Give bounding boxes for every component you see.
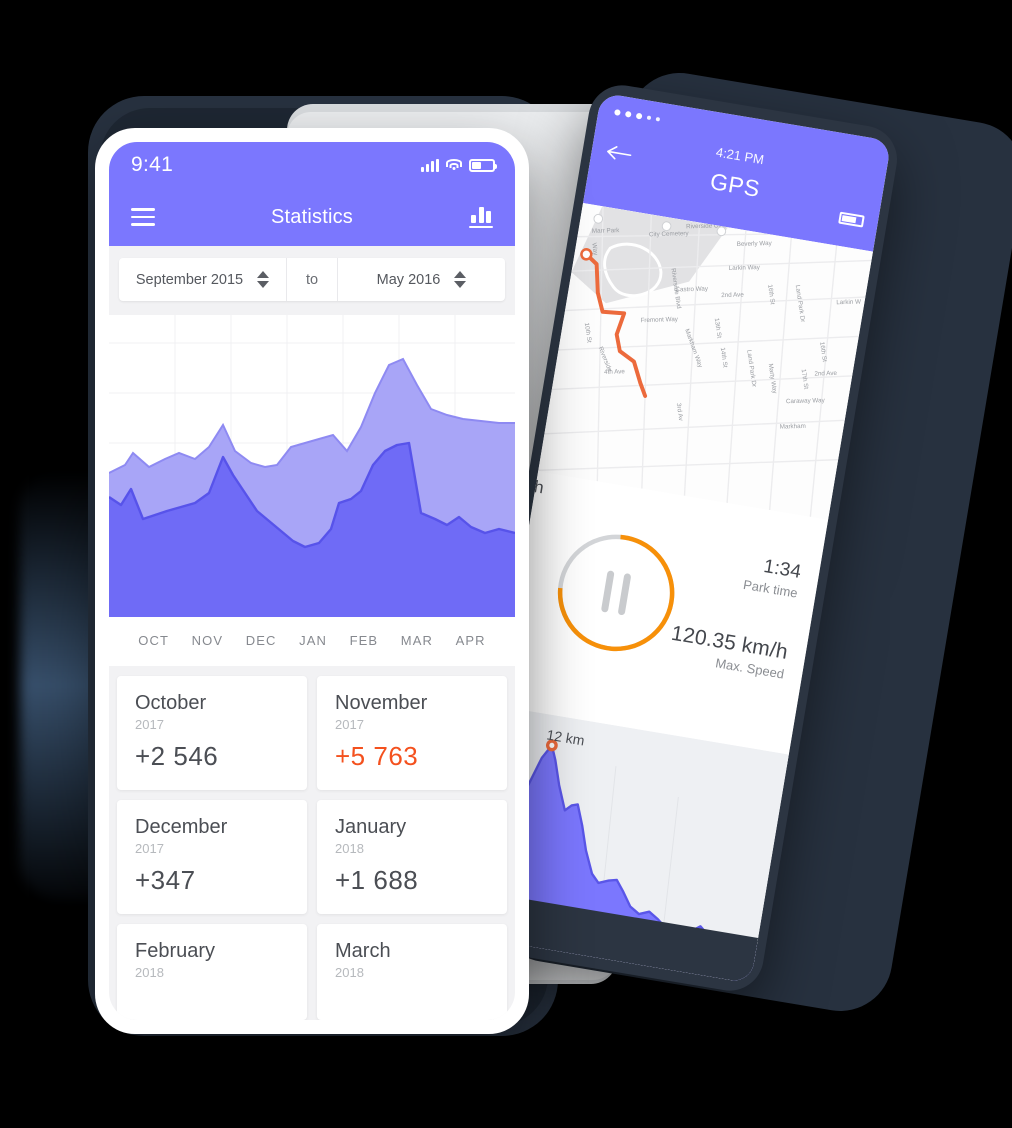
statistics-screen: 9:41 Statistics September 2015 to May 20…: [109, 142, 515, 1020]
axis-label: JAN: [299, 633, 327, 648]
area-chart-graphic: [109, 315, 515, 617]
hamburger-menu-icon[interactable]: [131, 208, 155, 226]
card-year: 2018: [335, 841, 364, 856]
card-year: 2017: [135, 717, 164, 732]
status-bar: 9:41: [109, 142, 515, 188]
svg-text:Larkin Way: Larkin Way: [729, 264, 761, 272]
gps-map[interactable]: Marr Park City Cemetery Riverside Clubho…: [538, 203, 873, 520]
month-card[interactable]: December 2017 +347: [117, 800, 307, 914]
month-card[interactable]: February 2018: [117, 924, 307, 1020]
card-year: 2017: [135, 841, 164, 856]
month-card[interactable]: January 2018 +1 688: [317, 800, 507, 914]
svg-text:Larkin W: Larkin W: [836, 298, 861, 306]
svg-text:Castro Way: Castro Way: [675, 285, 708, 293]
card-month: January: [335, 816, 407, 838]
svg-text:2nd Ave: 2nd Ave: [814, 370, 837, 378]
card-month: November: [335, 692, 428, 714]
route-start-marker-icon: [580, 248, 593, 261]
card-value: +1 688: [335, 865, 419, 895]
speed-partial-label: /h: [528, 476, 546, 498]
signal-bars-icon: [421, 158, 439, 172]
date-from-value: September 2015: [135, 271, 244, 288]
axis-label: DEC: [245, 633, 277, 648]
mockup-stage: 4:21 PM GPS Marr Park City Cemetery Rive…: [0, 0, 1012, 1128]
card-value: +347: [135, 865, 196, 895]
up-down-stepper-icon[interactable]: [454, 271, 467, 288]
date-range-separator: to: [286, 258, 338, 301]
month-card[interactable]: October 2017 +2 546: [117, 676, 307, 790]
card-value: +5 763: [335, 741, 419, 771]
svg-text:Beverly Way: Beverly Way: [737, 240, 773, 248]
battery-icon: [469, 158, 497, 172]
card-month: December: [135, 816, 228, 838]
status-dots-icon: [613, 109, 661, 123]
status-time: 9:41: [131, 153, 174, 176]
card-month: October: [135, 692, 207, 714]
axis-label: MAR: [400, 633, 433, 648]
statistics-phone: 9:41 Statistics September 2015 to May 20…: [95, 128, 529, 1034]
chart-x-axis: OCT NOV DEC JAN FEB MAR APR: [109, 617, 515, 666]
area-chart[interactable]: [109, 315, 515, 617]
svg-text:Fremont Way: Fremont Way: [640, 316, 678, 324]
date-range-field: September 2015 to May 2016: [119, 258, 505, 301]
svg-text:Caraway Way: Caraway Way: [786, 397, 826, 405]
svg-text:Markham: Markham: [780, 423, 806, 431]
map-graphic: Marr Park City Cemetery Riverside Clubho…: [538, 203, 873, 520]
card-year: 2017: [335, 717, 364, 732]
card-year: 2018: [335, 965, 364, 980]
date-to-value: May 2016: [376, 271, 441, 288]
metric-max-speed: 120.35 km/h Max. Speed: [667, 622, 790, 682]
month-card[interactable]: March 2018: [317, 924, 507, 1020]
bar-chart-icon[interactable]: [469, 206, 493, 228]
card-value: +2 546: [135, 741, 219, 771]
axis-label: FEB: [349, 633, 379, 648]
svg-text:City Cemetery: City Cemetery: [649, 230, 690, 238]
date-to-select[interactable]: May 2016: [338, 258, 505, 301]
page-title: Statistics: [270, 205, 354, 228]
svg-text:2nd Ave: 2nd Ave: [721, 291, 744, 299]
metric-park-time: 1:34 Park time: [742, 553, 803, 601]
status-icons: [421, 158, 497, 172]
month-card[interactable]: November 2017 +5 763: [317, 676, 507, 790]
pause-control[interactable]: [544, 520, 689, 665]
app-bar: Statistics: [109, 188, 515, 246]
date-range-bar: September 2015 to May 2016: [109, 246, 515, 315]
card-month: March: [335, 940, 391, 962]
axis-label: OCT: [138, 633, 170, 648]
card-month: February: [135, 940, 216, 962]
up-down-stepper-icon[interactable]: [257, 271, 270, 288]
axis-label: APR: [455, 633, 486, 648]
card-year: 2018: [135, 965, 164, 980]
svg-text:Marr Park: Marr Park: [592, 227, 620, 235]
axis-label: NOV: [191, 633, 224, 648]
wifi-icon: [446, 159, 462, 171]
date-from-select[interactable]: September 2015: [119, 258, 286, 301]
month-card-list: October 2017 +2 546 November 2017 +5 763…: [109, 666, 515, 1020]
